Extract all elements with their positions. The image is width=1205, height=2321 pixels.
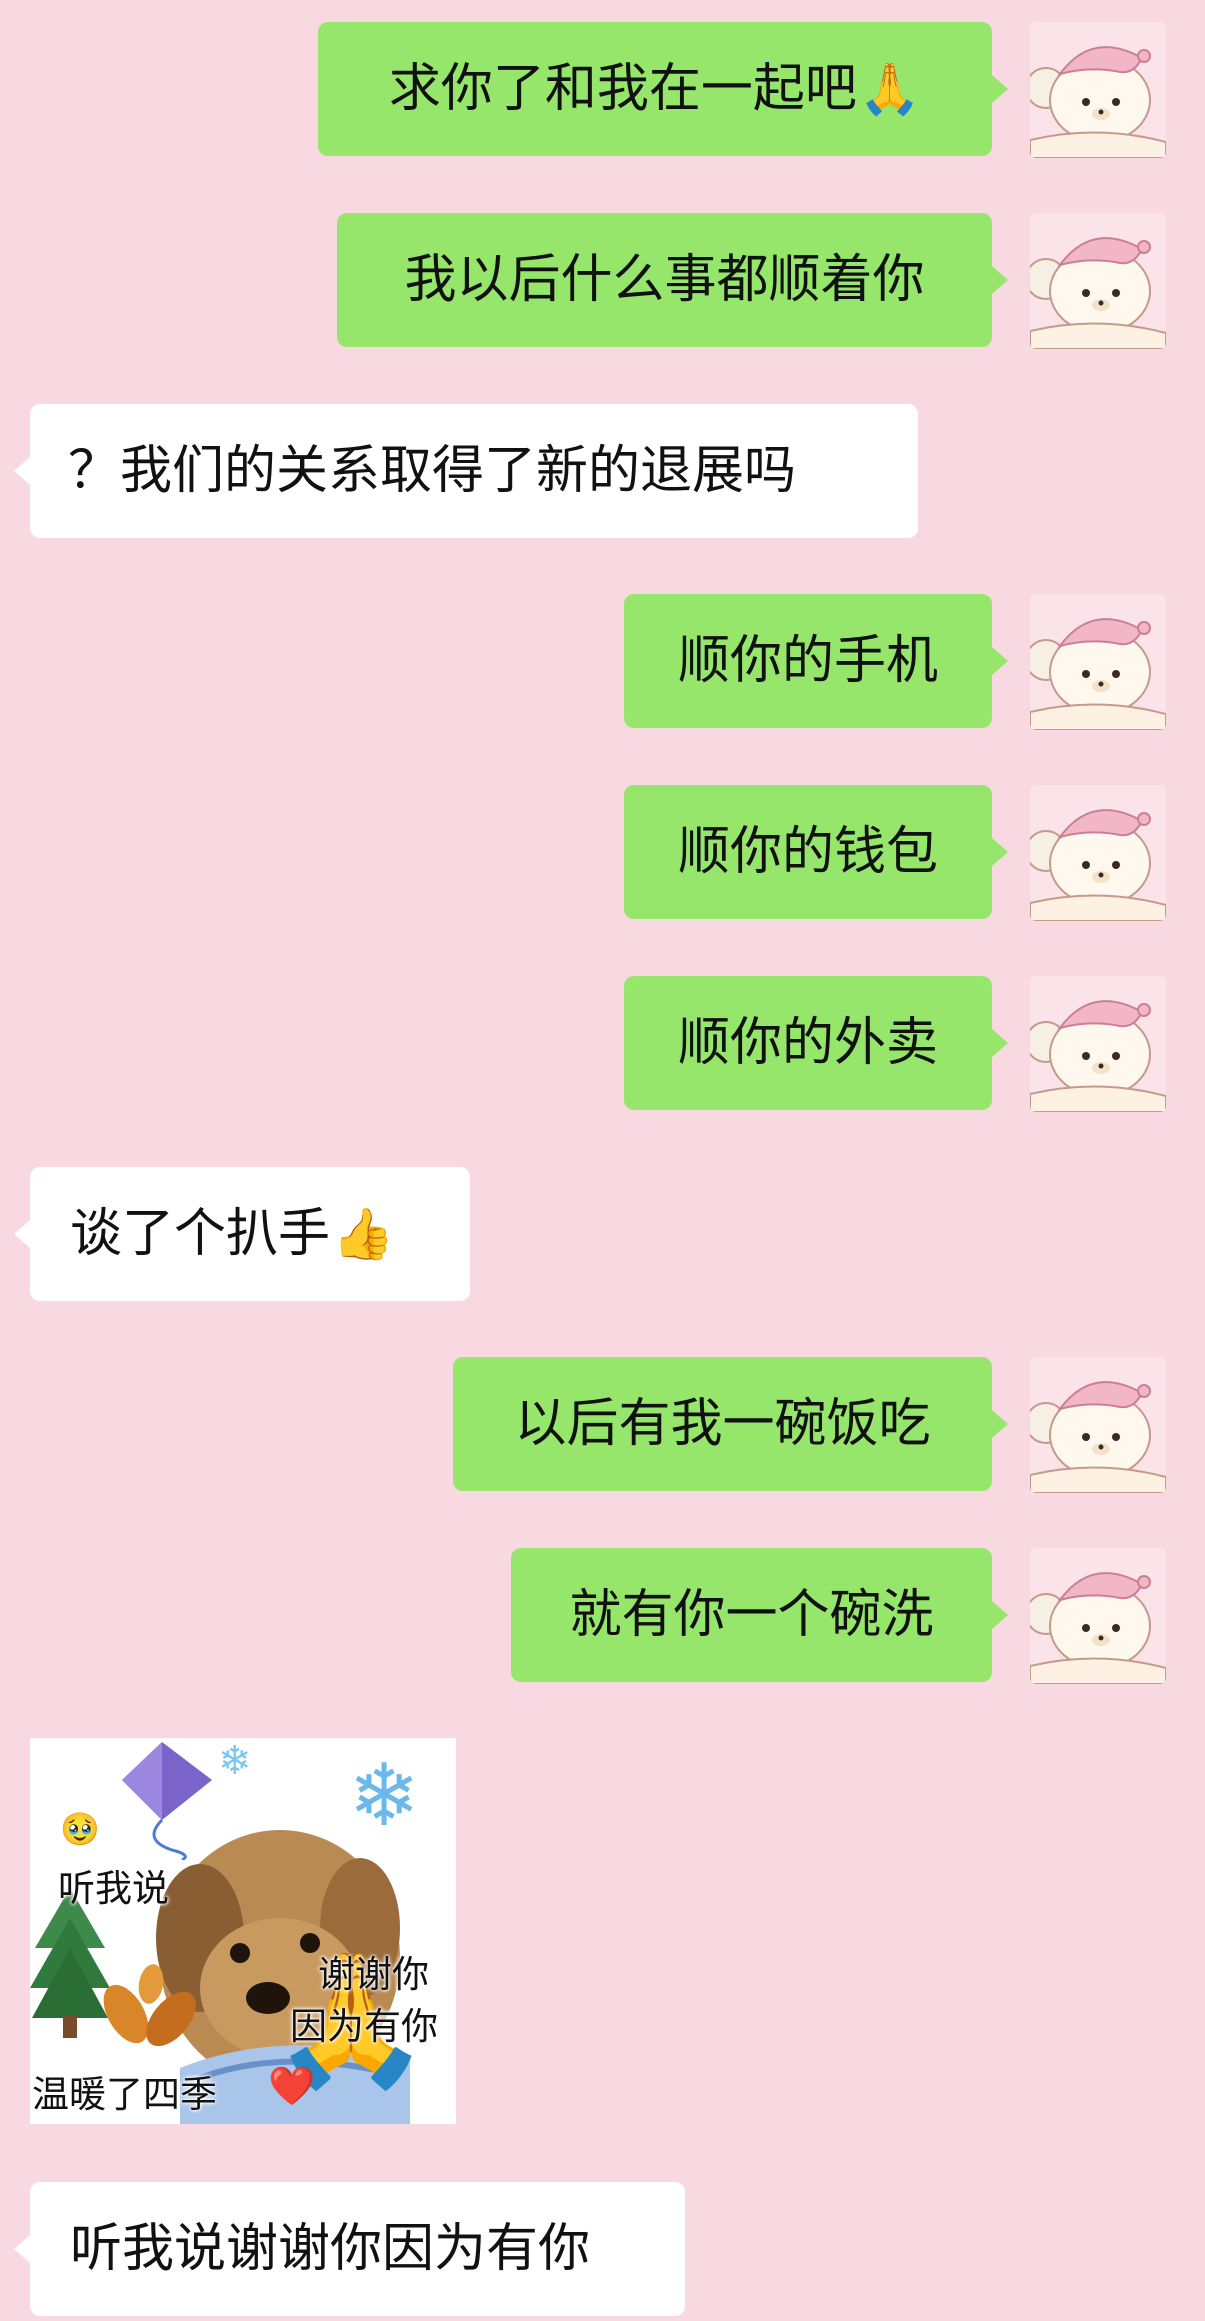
avatar[interactable] (1030, 976, 1166, 1112)
message-text: 听我说谢谢你因为有你 (70, 2219, 591, 2279)
message-bubble-sent[interactable]: 顺你的钱包 (624, 785, 1008, 919)
snowflake-icon: ❄ (218, 1738, 252, 1784)
thumbs-up-icon: 👍 (332, 1205, 395, 1263)
praying-hands-icon: 🙏 (858, 60, 922, 118)
pink-bear-avatar-icon (1030, 22, 1166, 158)
avatar[interactable] (1030, 1357, 1166, 1493)
pink-bear-avatar-icon (1030, 594, 1166, 730)
message-bubble-sent[interactable]: 求你了和我在一起吧 🙏 (318, 22, 1008, 156)
message-text: 我以后什么事都顺着你 (404, 250, 925, 310)
message-text: 求你了和我在一起吧 (388, 59, 857, 119)
message-bubble-sent[interactable]: 就有你一个碗洗 (511, 1548, 1008, 1682)
avatar[interactable] (1030, 594, 1166, 730)
pink-bear-avatar-icon (1030, 976, 1166, 1112)
avatar[interactable] (1030, 785, 1166, 921)
message-bubble-sent[interactable]: 顺你的外卖 (624, 976, 1008, 1110)
kite-icon (122, 1742, 212, 1860)
message-bubble-sent[interactable]: 我以后什么事都顺着你 (337, 213, 1008, 347)
sticker-caption: 温暖了四季 (32, 2073, 217, 2116)
sticker-image[interactable]: ❄ ❄ 🥹 🙏 听我说 谢谢你 因为有你 温暖了四季 ❤️ (30, 1738, 456, 2124)
message-bubble-received[interactable]: ？我们的关系取得了新的退展吗 (14, 404, 918, 538)
message-text: 顺你的钱包 (677, 822, 938, 882)
avatar[interactable] (1030, 1548, 1166, 1684)
leaf-icon (103, 1964, 196, 2047)
pink-bear-avatar-icon (1030, 1357, 1166, 1493)
sticker-caption: 听我说 (58, 1867, 169, 1910)
message-text: ？我们的关系取得了新的退展吗 (68, 441, 797, 501)
avatar[interactable] (1030, 213, 1166, 349)
message-text: 谈了个扒手 (70, 1204, 331, 1264)
message-text: 顺你的手机 (677, 631, 938, 691)
message-bubble-received[interactable]: 听我说谢谢你因为有你 (14, 2182, 685, 2316)
pink-bear-avatar-icon (1030, 1548, 1166, 1684)
message-bubble-sent[interactable]: 以后有我一碗饭吃 (453, 1357, 1008, 1491)
message-bubble-sent[interactable]: 顺你的手机 (624, 594, 1008, 728)
pink-bear-avatar-icon (1030, 213, 1166, 349)
small-face-icon: 🥹 (60, 1810, 100, 1848)
avatar[interactable] (1030, 22, 1166, 158)
heart-icon: ❤️ (268, 2064, 316, 2108)
message-text: 顺你的外卖 (677, 1013, 938, 1073)
message-text: 就有你一个碗洗 (569, 1585, 934, 1645)
message-text: 以后有我一碗饭吃 (514, 1394, 931, 1454)
message-bubble-received[interactable]: 谈了个扒手 👍 (14, 1167, 470, 1301)
snowflake-icon: ❄ (348, 1746, 421, 1846)
sticker-caption: 因为有你 (290, 2005, 438, 2048)
pink-bear-avatar-icon (1030, 785, 1166, 921)
sticker-caption: 谢谢你 (318, 1953, 429, 1996)
